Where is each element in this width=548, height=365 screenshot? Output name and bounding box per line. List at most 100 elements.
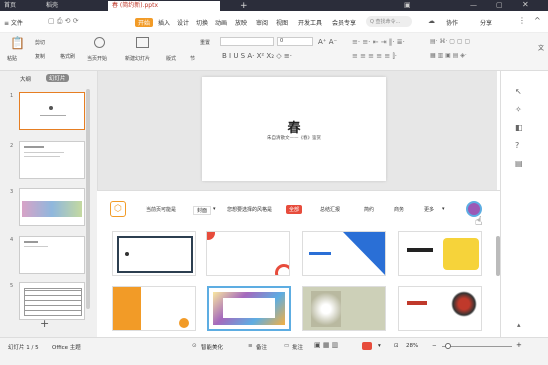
copy-button[interactable]: 复制 [35,53,45,60]
menu-item-animation[interactable]: 动画 [215,18,227,27]
menu-bar: ≡ 文件 ▢ ⎙ ⟲ ⟳ 开始 插入 设计 切换 动画 放映 审阅 视图 开发工… [0,11,548,33]
page-type-chevron-icon[interactable]: ▾ [213,206,216,212]
arrange-buttons[interactable]: ▦ ▥ ▣ ▤ ◈· [430,52,467,59]
text-direction-button[interactable]: 文 [538,43,544,52]
zoom-slider[interactable] [442,346,512,347]
quick-access-icons[interactable]: ▢ ⎙ ⟲ ⟳ [48,17,79,26]
menu-item-design[interactable]: 设计 [177,18,189,27]
zoom-in-button[interactable]: + [516,341,522,349]
template-card[interactable] [112,286,196,331]
card-circle [179,318,189,328]
minimize-icon[interactable]: — [470,1,480,9]
comments-icon[interactable]: ▭ [284,343,289,349]
search-input[interactable]: Q 查找命令... [366,16,412,27]
tab-outline[interactable]: 大纲 [20,75,31,83]
tab-docer[interactable]: 稻壳 [42,1,80,11]
zoom-slider-handle[interactable] [445,343,451,349]
style-chip-report[interactable]: 总结汇报 [320,206,340,213]
slide-thumbnail-2[interactable] [19,141,85,179]
notes-icon[interactable]: ≡ [248,343,253,349]
template-card[interactable] [302,286,386,331]
format-icon[interactable]: ◧ [515,123,523,132]
template-card[interactable] [112,231,196,276]
cloud-icon[interactable]: ☁ [428,17,435,25]
play-from-current-button[interactable]: 当页开始 [87,55,107,62]
menu-item-insert[interactable]: 插入 [158,18,170,27]
menu-item-review[interactable]: 审阅 [256,18,268,27]
fit-window-icon[interactable]: ⊡ [394,343,399,349]
slide-thumbnail-5[interactable] [19,282,85,320]
status-bar [0,337,548,365]
template-card[interactable] [398,286,482,331]
magic-icon[interactable]: ✧ [515,105,522,114]
cooperate-button[interactable]: 协作 [446,18,458,27]
maximize-icon[interactable]: ▢ [496,1,506,9]
clipboard-icon[interactable]: ▤ [515,159,523,168]
zoom-out-button[interactable]: − [432,343,437,349]
slideshow-chevron-icon[interactable]: ▾ [378,343,381,349]
more-chevron-icon[interactable]: ▾ [442,206,445,212]
menu-item-devtools[interactable]: 开发工具 [298,18,322,27]
help-icon[interactable]: ? [515,141,519,150]
new-tab-button[interactable]: + [236,1,248,11]
style-chip-business[interactable]: 商务 [394,206,404,213]
text-box-buttons[interactable]: ▤· ⌘· ▢ ▢ ▢ [430,38,470,45]
collapse-icon[interactable]: ^ [534,16,541,25]
beautify-icon[interactable]: ⬡ [110,201,126,217]
template-card[interactable] [302,231,386,276]
font-size-select[interactable]: 0 [277,37,313,46]
template-card[interactable] [207,286,291,331]
format-painter-button[interactable]: 格式刷 [60,53,75,60]
font-resize-buttons[interactable]: A⁺ A⁻ [318,38,337,46]
menu-item-slideshow[interactable]: 放映 [235,18,247,27]
file-menu[interactable]: ≡ 文件 [4,18,23,27]
zoom-level[interactable]: 28% [406,343,418,349]
page-type-select[interactable]: 封面 [193,206,212,215]
play-icon[interactable] [94,37,105,48]
font-family-select[interactable] [220,37,274,46]
slide-thumbnail-4[interactable] [19,236,85,274]
slide-thumbnail-3[interactable] [19,188,85,226]
slide-number-3: 3 [10,189,14,195]
menu-item-transition[interactable]: 切换 [196,18,208,27]
window-layout-icon[interactable]: ▣ [404,1,414,10]
cursor-tool-icon[interactable]: ↖ [515,87,522,96]
slide-thumbnail-1[interactable] [19,92,85,130]
ribbon-toolbar: 📋 粘贴 剪切 复制 格式刷 当页开始 新建幻灯片 版式 节 重置 0 B I … [0,33,548,71]
align-buttons[interactable]: ≡ ≡ ≡ ≡ ≡ ⫿· [352,52,397,61]
close-icon[interactable]: ✕ [522,0,532,9]
menu-item-view[interactable]: 视图 [276,18,288,27]
share-button[interactable]: 分享 [480,18,492,27]
paste-icon[interactable]: 📋 [10,36,25,50]
tab-slides[interactable]: 幻灯片 [46,74,69,82]
template-card[interactable] [206,231,290,276]
more-icon[interactable]: ⋮ [518,16,526,25]
style-chip-more[interactable]: 更多 [424,206,434,213]
paste-button[interactable]: 粘贴 [7,55,17,62]
style-chip-simple[interactable]: 简约 [364,206,374,213]
view-mode-buttons[interactable]: ▣ ▦ ▥ [314,341,338,349]
reset-button[interactable]: 重置 [200,39,210,46]
style-chip-all[interactable]: 全部 [286,205,303,214]
cut-button[interactable]: 剪切 [35,39,45,46]
list-buttons[interactable]: ≡· ≡· ⇤ ⇥ ‖· ≣· [352,38,405,46]
layout-button[interactable]: 版式 [166,55,176,62]
new-slide-icon[interactable] [136,37,149,48]
new-slide-button[interactable]: 新建幻灯片 [125,55,150,62]
template-card[interactable] [398,231,482,276]
play-slideshow-button[interactable] [362,342,372,350]
tab-home[interactable]: 首页 [0,1,30,11]
comments-button[interactable]: 批注 [292,343,303,351]
notes-button[interactable]: 备注 [256,343,267,351]
panel-scrollbar[interactable] [86,89,90,309]
add-slide-button[interactable]: + [40,317,49,330]
menu-item-member[interactable]: 会员专享 [332,18,356,27]
current-slide[interactable]: 春 朱自清散文——《春》鉴赏 [202,77,386,181]
section-button[interactable]: 节 [190,55,195,62]
menu-item-start[interactable]: 开始 [135,18,154,27]
beautify-button[interactable]: 智能美化 [201,343,223,351]
tab-document[interactable]: 春 (简约新).pptx [108,1,220,11]
scroll-up-icon[interactable]: ▴ [517,321,521,329]
font-style-buttons[interactable]: B I U S A· X² X₂ ◇ ≡· [222,52,292,60]
beautify-status-icon[interactable]: ⊙ [192,343,197,349]
